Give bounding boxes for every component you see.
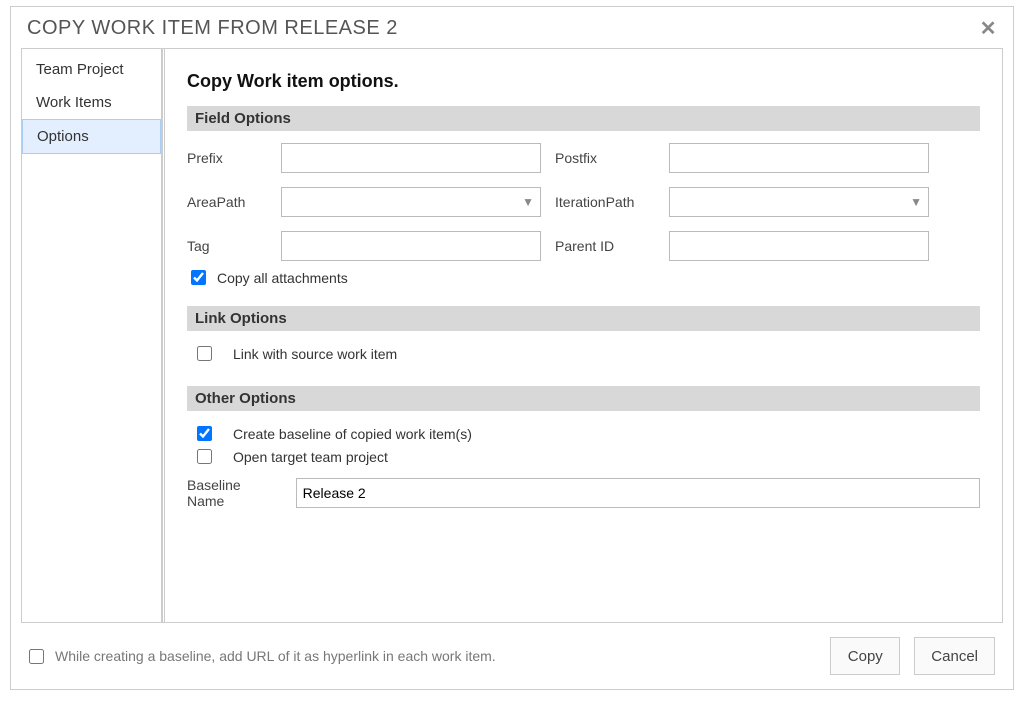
- tag-input[interactable]: [281, 231, 541, 261]
- link-source-label: Link with source work item: [233, 346, 397, 362]
- footer-buttons: Copy Cancel: [830, 637, 995, 675]
- dialog-footer: While creating a baseline, add URL of it…: [11, 623, 1013, 689]
- copy-workitem-dialog: COPY WORK ITEM FROM RELEASE 2 ✕ Team Pro…: [10, 6, 1014, 690]
- sidebar: Team Project Work Items Options: [22, 49, 162, 622]
- open-target-checkbox[interactable]: [197, 449, 212, 464]
- field-options-grid: Prefix Postfix AreaPath ▼ IterationPath …: [187, 143, 980, 261]
- create-baseline-row: Create baseline of copied work item(s): [193, 423, 980, 444]
- chevron-down-icon: ▼: [522, 195, 534, 209]
- other-options-checks: Create baseline of copied work item(s) O…: [193, 423, 980, 467]
- prefix-label: Prefix: [187, 150, 267, 166]
- chevron-down-icon: ▼: [910, 195, 922, 209]
- parentid-input[interactable]: [669, 231, 929, 261]
- open-target-row: Open target team project: [193, 446, 980, 467]
- copy-attachments-checkbox[interactable]: [191, 270, 206, 285]
- section-field-options: Field Options: [187, 106, 980, 131]
- tag-label: Tag: [187, 238, 267, 254]
- dialog-title: COPY WORK ITEM FROM RELEASE 2: [27, 17, 398, 40]
- parentid-label: Parent ID: [555, 238, 655, 254]
- baseline-name-row: Baseline Name: [187, 477, 980, 509]
- dialog-body: Team Project Work Items Options Copy Wor…: [21, 48, 1003, 623]
- dialog-header: COPY WORK ITEM FROM RELEASE 2 ✕: [11, 7, 1013, 48]
- sidebar-item-team-project[interactable]: Team Project: [22, 53, 161, 86]
- cancel-button[interactable]: Cancel: [914, 637, 995, 675]
- link-source-row: Link with source work item: [193, 343, 980, 364]
- iterationpath-combo[interactable]: ▼: [669, 187, 929, 217]
- footer-hyperlink-checkbox[interactable]: [29, 649, 44, 664]
- main-panel: Copy Work item options. Field Options Pr…: [165, 49, 1002, 622]
- copy-button[interactable]: Copy: [830, 637, 900, 675]
- close-icon[interactable]: ✕: [980, 19, 997, 39]
- baseline-name-input[interactable]: [296, 478, 980, 508]
- section-other-options: Other Options: [187, 386, 980, 411]
- baseline-name-label: Baseline Name: [187, 477, 282, 509]
- create-baseline-checkbox[interactable]: [197, 426, 212, 441]
- create-baseline-label: Create baseline of copied work item(s): [233, 426, 472, 442]
- areapath-combo[interactable]: ▼: [281, 187, 541, 217]
- link-source-checkbox[interactable]: [197, 346, 212, 361]
- copy-attachments-label: Copy all attachments: [217, 270, 348, 286]
- areapath-label: AreaPath: [187, 194, 267, 210]
- open-target-label: Open target team project: [233, 449, 388, 465]
- prefix-input[interactable]: [281, 143, 541, 173]
- copy-attachments-row: Copy all attachments: [187, 267, 980, 288]
- iterationpath-label: IterationPath: [555, 194, 655, 210]
- page-title: Copy Work item options.: [187, 71, 980, 92]
- footer-hyperlink-label: While creating a baseline, add URL of it…: [55, 648, 496, 664]
- sidebar-item-options[interactable]: Options: [22, 119, 161, 154]
- sidebar-item-work-items[interactable]: Work Items: [22, 86, 161, 119]
- postfix-input[interactable]: [669, 143, 929, 173]
- postfix-label: Postfix: [555, 150, 655, 166]
- footer-hyperlink-row: While creating a baseline, add URL of it…: [25, 646, 496, 667]
- section-link-options: Link Options: [187, 306, 980, 331]
